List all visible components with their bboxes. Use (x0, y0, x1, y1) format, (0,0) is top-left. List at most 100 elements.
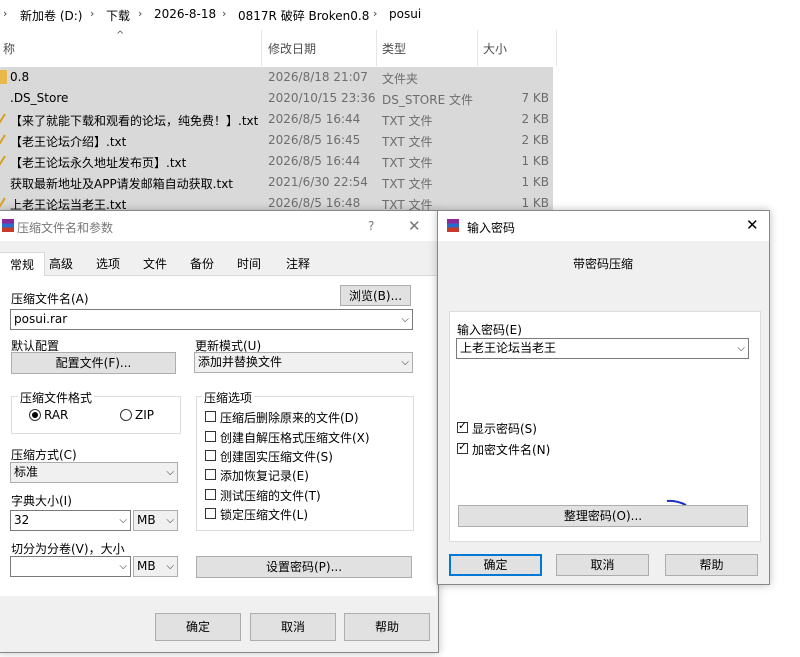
browse-button[interactable]: 浏览(B)... (340, 285, 411, 306)
breadcrumb-drive[interactable]: 新加卷 (D:) (20, 7, 82, 24)
dict-size-select[interactable]: 32 ⌵ (10, 510, 131, 531)
show-password-checkbox[interactable] (457, 419, 468, 433)
file-name: 【来了就能下载和观看的论坛，纯免费！】.txt (10, 114, 259, 128)
chevron-down-icon[interactable]: ⌵ (166, 463, 174, 482)
delete-after-label: 压缩后删除原来的文件(D) (220, 411, 359, 425)
zip-label: ZIP (135, 408, 154, 422)
chevron-right-icon[interactable]: › (222, 7, 226, 20)
chevron-down-icon[interactable]: ⌵ (737, 339, 745, 358)
tab-time[interactable]: 时间 (235, 252, 263, 276)
split-unit-value: MB (137, 559, 156, 573)
file-type: TXT 文件 (382, 177, 433, 191)
cancel-button[interactable]: 取消 (250, 613, 336, 641)
close-icon[interactable]: ✕ (408, 217, 421, 235)
solid-label: 创建固实压缩文件(S) (220, 450, 333, 464)
encrypt-names-checkbox[interactable] (457, 440, 468, 454)
breadcrumb-posui[interactable]: posui (389, 7, 421, 21)
recovery-label: 添加恢复记录(E) (220, 469, 309, 483)
folder-icon (0, 70, 7, 84)
file-name: 获取最新地址及APP请发邮箱自动获取.txt (10, 177, 234, 191)
ok-button[interactable]: 确定 (449, 554, 542, 576)
delete-after-checkbox[interactable] (205, 411, 216, 422)
tab-options[interactable]: 选项 (94, 252, 122, 276)
help-button[interactable]: 帮助 (665, 554, 758, 576)
column-size[interactable]: 大小 (483, 40, 507, 57)
password-input[interactable]: 上老王论坛当老王 ⌵ (456, 338, 749, 359)
file-date: 2026/8/5 16:44 (268, 112, 361, 126)
tab-general[interactable]: 常规 (0, 252, 45, 278)
sfx-checkbox[interactable] (205, 431, 216, 442)
archive-options-label: 压缩选项 (202, 389, 255, 406)
dict-unit-select[interactable]: MB ⌵ (133, 510, 178, 531)
file-row[interactable]: 【来了就能下载和观看的论坛，纯免费！】.txt 2026/8/5 16:44 T… (0, 109, 553, 130)
help-button[interactable]: 帮助 (344, 613, 430, 641)
tab-comment[interactable]: 注释 (284, 252, 312, 276)
chevron-right-icon[interactable]: › (90, 7, 94, 20)
tab-backup[interactable]: 备份 (188, 252, 216, 276)
file-size: 2 KB (521, 133, 549, 147)
method-label: 压缩方式(C) (11, 448, 77, 462)
chevron-down-icon[interactable]: ⌵ (119, 511, 127, 530)
solid-checkbox[interactable] (205, 450, 216, 461)
split-size-input[interactable]: ⌵ (10, 556, 131, 577)
help-icon[interactable]: ? (368, 219, 374, 233)
file-name: 0.8 (10, 70, 30, 84)
file-type: 文件夹 (382, 72, 419, 86)
rar-radio[interactable] (29, 409, 41, 421)
file-row[interactable]: 【老王论坛永久地址发布页】.txt 2026/8/5 16:44 TXT 文件 … (0, 151, 553, 172)
tab-files[interactable]: 文件 (141, 252, 169, 276)
file-type: TXT 文件 (382, 114, 433, 128)
organize-passwords-button[interactable]: 整理密码(O)... (458, 505, 748, 527)
chevron-down-icon[interactable]: ⌵ (401, 353, 409, 372)
dict-unit-value: MB (137, 513, 156, 527)
column-name[interactable]: 称 (3, 40, 15, 57)
ok-button[interactable]: 确定 (155, 613, 241, 641)
recovery-checkbox[interactable] (205, 469, 216, 480)
cancel-button[interactable]: 取消 (556, 554, 649, 576)
file-row[interactable]: 0.8 2026/8/18 21:07 文件夹 (0, 67, 553, 88)
file-size: 7 KB (521, 91, 549, 105)
close-icon[interactable]: ✕ (746, 216, 759, 234)
archive-dialog-title: 压缩文件名和参数 (17, 221, 114, 235)
file-row[interactable]: 获取最新地址及APP请发邮箱自动获取.txt 2021/6/30 22:54 T… (0, 172, 553, 193)
archive-name-input[interactable]: posui.rar ⌵ (10, 309, 413, 330)
split-unit-select[interactable]: MB ⌵ (133, 556, 178, 577)
password-dialog-titlebar: 输入密码 ✕ (438, 211, 769, 241)
show-password-label: 显示密码(S) (472, 422, 537, 436)
lock-checkbox[interactable] (205, 508, 216, 519)
file-row[interactable]: 【老王论坛介绍】.txt 2026/8/5 16:45 TXT 文件 2 KB (0, 130, 553, 151)
lock-label: 锁定压缩文件(L) (220, 508, 309, 522)
chevron-right-icon[interactable]: › (373, 7, 377, 20)
password-value: 上老王论坛当老王 (460, 341, 557, 355)
dict-size-value: 32 (14, 513, 30, 527)
column-type[interactable]: 类型 (382, 40, 406, 57)
winrar-icon (2, 219, 14, 232)
chevron-down-icon[interactable]: ⌵ (166, 511, 174, 530)
file-size: 2 KB (521, 112, 549, 126)
update-mode-select[interactable]: 添加并替换文件 ⌵ (194, 352, 413, 373)
breadcrumb-date-folder[interactable]: 2026-8-18 (154, 7, 216, 21)
method-select[interactable]: 标准 ⌵ (10, 462, 178, 483)
profiles-button[interactable]: 配置文件(F)... (11, 352, 176, 374)
chevron-down-icon[interactable]: ⌵ (166, 557, 174, 576)
winrar-icon (447, 219, 459, 232)
tab-advanced[interactable]: 高级 (47, 252, 75, 276)
column-date[interactable]: 修改日期 (268, 40, 316, 57)
zip-radio[interactable] (120, 409, 132, 421)
chevron-right-icon[interactable]: › (3, 7, 7, 20)
file-date: 2026/8/18 21:07 (268, 70, 368, 84)
archive-format-label: 压缩文件格式 (18, 389, 95, 406)
password-dialog-title: 输入密码 (467, 221, 516, 235)
test-checkbox[interactable] (205, 489, 216, 500)
file-type: TXT 文件 (382, 156, 433, 170)
chevron-down-icon[interactable]: ⌵ (119, 557, 127, 576)
file-date: 2020/10/15 23:36 (268, 91, 376, 105)
chevron-right-icon[interactable]: › (138, 7, 142, 20)
chevron-down-icon[interactable]: ⌵ (401, 310, 409, 329)
set-password-button[interactable]: 设置密码(P)... (196, 556, 412, 578)
file-row[interactable]: .DS_Store 2020/10/15 23:36 DS_STORE 文件 7… (0, 88, 553, 109)
file-type: DS_STORE 文件 (382, 93, 473, 107)
breadcrumb-download[interactable]: 下载 (106, 7, 130, 24)
breadcrumb-broken-folder[interactable]: 0817R 破碎 Broken0.8 (238, 7, 369, 24)
breadcrumb: › 新加卷 (D:) › 下载 › 2026-8-18 › 0817R 破碎 B… (0, 0, 800, 31)
